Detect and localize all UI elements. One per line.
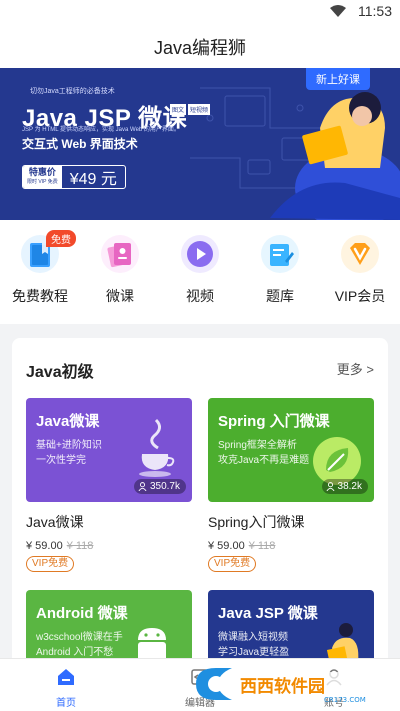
nav-question-bank[interactable]: 题库 <box>240 234 320 306</box>
cards-icon <box>101 235 139 273</box>
free-badge: 免费 <box>46 230 76 247</box>
course-thumbnail: Java微课 基础+进阶知识 一次性学完 350.7k <box>26 398 192 502</box>
thumb-title: Java JSP 微课 <box>218 605 318 622</box>
vip-free-badge: VIP免费 <box>26 556 75 572</box>
tab-label: 首页 <box>56 698 76 709</box>
nav-free-tutorials[interactable]: 免费 免费教程 <box>0 230 80 306</box>
course-card[interactable]: Spring 入门微课 Spring框架全解析 攻克Java不再是难题 38.2… <box>208 398 374 572</box>
watermark-logo: 西西软件园 CR173.COM <box>196 668 378 704</box>
thumb-sub-line: 微课融入短视频 <box>218 632 288 643</box>
app-bar: Java编程狮 <box>0 24 400 68</box>
banner-headline: 交互式 Web 界面技术 <box>22 137 138 151</box>
view-count: 350.7k <box>133 479 186 494</box>
thumb-sub-line: 一次性学完 <box>36 455 86 466</box>
banner-price-box: 特惠价 限时 VIP 免费 ¥49 元 <box>22 165 126 189</box>
app-title: Java编程狮 <box>153 38 247 58</box>
vip-diamond-icon <box>341 235 379 273</box>
course-thumbnail: Spring 入门微课 Spring框架全解析 攻克Java不再是难题 38.2… <box>208 398 374 502</box>
promo-banner[interactable]: 切勿Java工程师的必备技术 Java JSP 微课 图文 短视频 JSP 为 H… <box>0 68 400 220</box>
original-price: ¥ 118 <box>66 540 94 552</box>
thumb-title: Java微课 <box>36 413 100 430</box>
thumb-sub-line: w3cschool微课在手 <box>36 632 123 643</box>
java-cup-icon <box>139 418 175 477</box>
status-time: 11:53 <box>358 3 392 19</box>
banner-tag: 图文 <box>170 104 187 115</box>
thumb-sub-line: 基础+进阶知识 <box>36 440 102 451</box>
banner-small-text: 切勿Java工程师的必备技术 <box>30 88 115 95</box>
tab-home[interactable]: 首页 <box>26 667 106 709</box>
thumb-subtitle: Spring框架全解析 攻克Java不再是难题 <box>218 438 309 468</box>
banner-tags: 图文 短视频 <box>170 99 212 117</box>
svg-text:CR173.COM: CR173.COM <box>324 696 366 704</box>
nav-label: 微课 <box>106 288 134 304</box>
banner-price: ¥49 元 <box>69 171 117 188</box>
wifi-icon <box>330 5 346 17</box>
course-section: Java初级 更多 > Java微课 基础+进阶知识 一次性学完 350.7k … <box>12 338 388 694</box>
course-price: ¥ 59.00 ¥ 118 <box>208 540 374 552</box>
thumb-title: Spring 入门微课 <box>218 413 330 430</box>
banner-tag: 短视频 <box>188 104 211 115</box>
course-title: Spring入门微课 <box>208 514 305 530</box>
thumb-sub-line: 攻克Java不再是难题 <box>218 455 310 466</box>
nav-videos[interactable]: 视频 <box>160 234 240 306</box>
price-sub-text: 限时 VIP 免费 <box>27 179 58 185</box>
current-price: ¥ 59.00 <box>26 540 63 552</box>
quick-nav: 免费 免费教程 微课 视频 题库 VIP会员 <box>0 220 400 324</box>
nav-vip[interactable]: VIP会员 <box>320 234 400 306</box>
thumb-subtitle: 基础+进阶知识 一次性学完 <box>36 438 102 468</box>
original-price: ¥ 118 <box>248 540 276 552</box>
user-icon <box>326 482 335 491</box>
view-count: 38.2k <box>321 479 368 494</box>
user-icon <box>138 482 147 491</box>
new-course-badge: 新上好课 <box>306 68 370 90</box>
course-card[interactable]: Java微课 基础+进阶知识 一次性学完 350.7k Java微课 ¥ 59.… <box>26 398 192 572</box>
section-title: Java初级 <box>26 364 94 381</box>
home-icon <box>58 669 74 685</box>
nav-label: 视频 <box>186 288 214 304</box>
nav-label: VIP会员 <box>334 288 386 304</box>
nav-micro-courses[interactable]: 微课 <box>80 234 160 306</box>
banner-description: JSP 为 HTML 提供动态响应，实现 Java Web 的用户界面。 <box>22 127 180 133</box>
view-count-value: 38.2k <box>337 481 362 492</box>
edit-doc-icon <box>261 235 299 273</box>
nav-label: 免费教程 <box>12 288 68 304</box>
banner-price-label: 特惠价 限时 VIP 免费 <box>23 166 62 188</box>
thumb-subtitle: 微课融入短视频 学习Java更轻盈 <box>218 630 289 660</box>
play-icon <box>181 235 219 273</box>
nav-label: 题库 <box>266 288 294 304</box>
course-price: ¥ 59.00 ¥ 118 <box>26 540 192 552</box>
course-title: Java微课 <box>26 514 84 530</box>
thumb-sub-line: Spring框架全解析 <box>218 440 297 451</box>
current-price: ¥ 59.00 <box>208 540 245 552</box>
status-bar: 11:53 <box>0 0 400 24</box>
view-count-value: 350.7k <box>149 481 180 492</box>
svg-text:西西软件园: 西西软件园 <box>240 676 325 697</box>
vip-free-badge: VIP免费 <box>208 556 257 572</box>
thumb-title: Android 微课 <box>36 605 128 622</box>
price-label-text: 特惠价 <box>28 167 56 177</box>
thumb-subtitle: w3cschool微课在手 Android 入门不愁 <box>36 630 123 660</box>
more-link[interactable]: 更多 > <box>337 359 374 378</box>
